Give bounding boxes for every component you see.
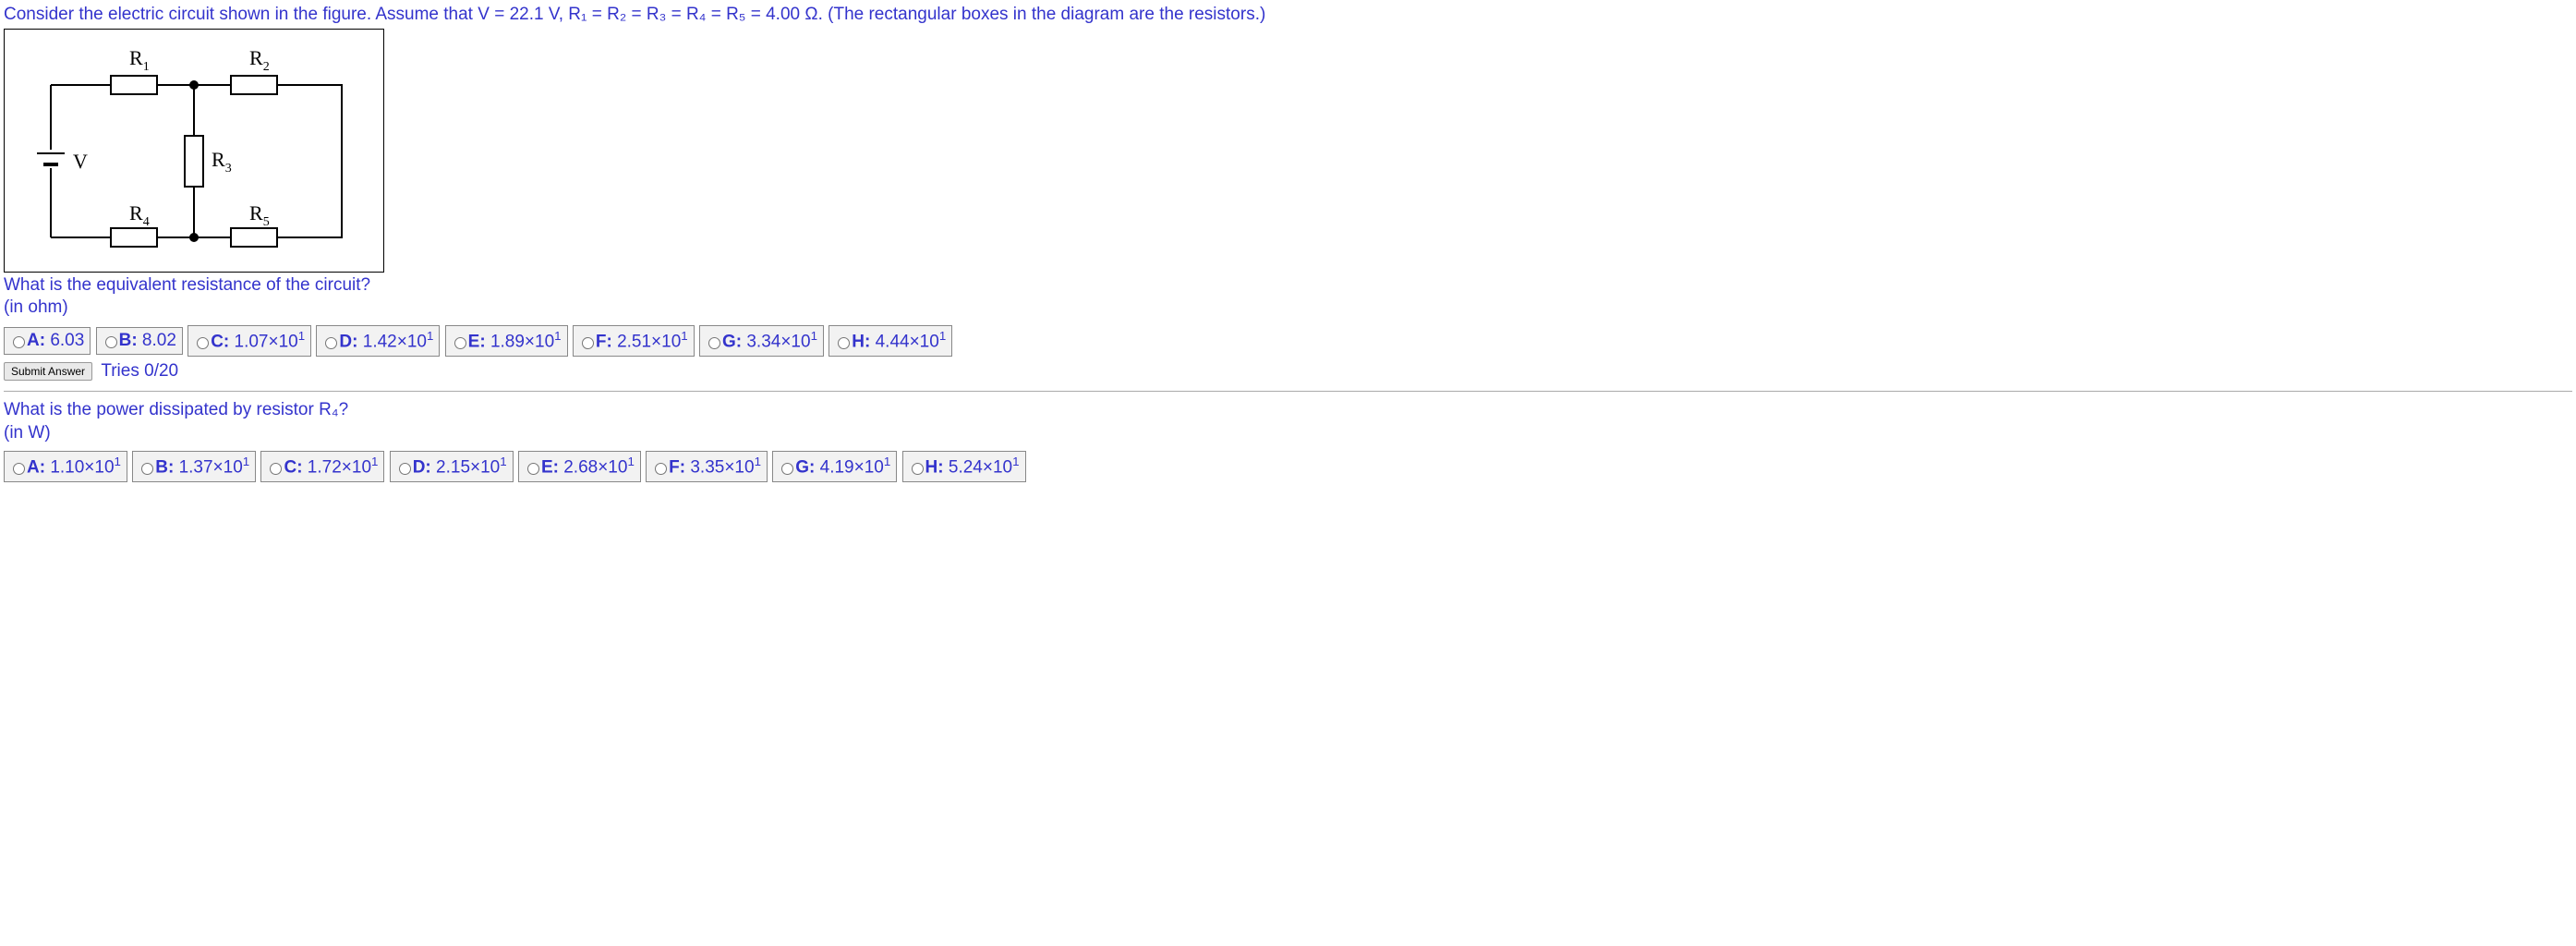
- choice-b[interactable]: B: 8.02: [96, 327, 183, 356]
- choice-exponent: 1: [939, 329, 946, 343]
- choice-letter: A:: [27, 331, 50, 350]
- choice-exponent: 1: [243, 455, 249, 468]
- choice-letter: H:: [925, 457, 949, 477]
- choice-letter: B:: [119, 331, 142, 350]
- choice-value: 5.24×10: [949, 457, 1012, 477]
- svg-text:R3: R3: [212, 148, 232, 176]
- choice-exponent: 1: [500, 455, 506, 468]
- choice-value: 6.03: [50, 331, 84, 350]
- choice-value: 1.37×10: [179, 457, 243, 477]
- choice-radio-f[interactable]: [655, 463, 667, 475]
- tries-counter: Tries 0/20: [101, 361, 178, 381]
- choice-e[interactable]: E: 1.89×101: [445, 325, 568, 357]
- choice-value: 2.51×10: [617, 332, 681, 351]
- choice-radio-g[interactable]: [781, 463, 793, 475]
- choice-letter: B:: [155, 457, 178, 477]
- choice-exponent: 1: [1012, 455, 1019, 468]
- choice-b[interactable]: B: 1.37×101: [132, 451, 256, 482]
- choice-c[interactable]: C: 1.07×101: [187, 325, 311, 357]
- q2-text-line1: What is the power dissipated by resistor…: [4, 399, 2572, 422]
- choice-radio-f[interactable]: [582, 337, 594, 349]
- choice-value: 1.07×10: [235, 332, 298, 351]
- q1-text-line2: (in ohm): [4, 297, 2572, 320]
- choice-letter: G:: [795, 457, 819, 477]
- choice-value: 3.35×10: [690, 457, 754, 477]
- choice-value: 2.15×10: [436, 457, 500, 477]
- choice-radio-c[interactable]: [270, 463, 282, 475]
- choice-a[interactable]: A: 6.03: [4, 327, 91, 356]
- choice-e[interactable]: E: 2.68×101: [518, 451, 641, 482]
- choice-exponent: 1: [755, 455, 761, 468]
- choice-c[interactable]: C: 1.72×101: [260, 451, 384, 482]
- choice-radio-h[interactable]: [912, 463, 924, 475]
- choice-radio-d[interactable]: [325, 337, 337, 349]
- choice-exponent: 1: [427, 329, 433, 343]
- choice-letter: E:: [541, 457, 563, 477]
- choice-a[interactable]: A: 1.10×101: [4, 451, 127, 482]
- q1-text-line1: What is the equivalent resistance of the…: [4, 274, 2572, 297]
- choice-exponent: 1: [371, 455, 378, 468]
- divider: [4, 391, 2572, 392]
- choice-value: 3.34×10: [746, 332, 810, 351]
- circuit-diagram: R1 R2 R3 R4 R5 V: [4, 29, 384, 273]
- svg-text:V: V: [73, 150, 88, 173]
- choice-f[interactable]: F: 2.51×101: [573, 325, 695, 357]
- problem-statement: Consider the electric circuit shown in t…: [4, 4, 2572, 27]
- choice-g[interactable]: G: 4.19×101: [772, 451, 897, 482]
- choice-value: 4.19×10: [820, 457, 884, 477]
- q1-choices: A: 6.03 B: 8.02 C: 1.07×101 D: 1.42×101 …: [4, 325, 2572, 357]
- choice-f[interactable]: F: 3.35×101: [646, 451, 768, 482]
- choice-radio-c[interactable]: [197, 337, 209, 349]
- choice-radio-e[interactable]: [454, 337, 466, 349]
- q2-choices: A: 1.10×101 B: 1.37×101 C: 1.72×101 D: 2…: [4, 451, 2572, 482]
- submit-answer-button[interactable]: Submit Answer: [4, 362, 92, 381]
- q2-text-line2: (in W): [4, 422, 2572, 445]
- choice-letter: A:: [27, 457, 50, 477]
- choice-radio-a[interactable]: [13, 336, 25, 348]
- choice-exponent: 1: [298, 329, 305, 343]
- choice-value: 1.42×10: [363, 332, 427, 351]
- choice-value: 8.02: [142, 331, 176, 350]
- choice-h[interactable]: H: 4.44×101: [828, 325, 952, 357]
- choice-exponent: 1: [627, 455, 634, 468]
- choice-letter: D:: [339, 332, 362, 351]
- choice-letter: C:: [211, 332, 234, 351]
- choice-radio-h[interactable]: [838, 337, 850, 349]
- svg-text:R4: R4: [129, 201, 150, 229]
- choice-letter: F:: [669, 457, 690, 477]
- choice-letter: F:: [596, 332, 617, 351]
- choice-exponent: 1: [554, 329, 561, 343]
- choice-radio-b[interactable]: [141, 463, 153, 475]
- choice-letter: C:: [284, 457, 307, 477]
- choice-letter: E:: [468, 332, 490, 351]
- choice-letter: D:: [413, 457, 436, 477]
- choice-exponent: 1: [884, 455, 890, 468]
- choice-value: 2.68×10: [563, 457, 627, 477]
- choice-value: 4.44×10: [876, 332, 939, 351]
- choice-exponent: 1: [681, 329, 687, 343]
- choice-h[interactable]: H: 5.24×101: [902, 451, 1026, 482]
- choice-letter: G:: [722, 332, 746, 351]
- svg-text:R1: R1: [129, 46, 150, 74]
- choice-radio-g[interactable]: [708, 337, 720, 349]
- choice-g[interactable]: G: 3.34×101: [699, 325, 824, 357]
- svg-text:R2: R2: [249, 46, 270, 74]
- choice-value: 1.10×10: [50, 457, 114, 477]
- choice-radio-a[interactable]: [13, 463, 25, 475]
- choice-radio-b[interactable]: [105, 336, 117, 348]
- choice-d[interactable]: D: 2.15×101: [390, 451, 514, 482]
- choice-value: 1.72×10: [308, 457, 371, 477]
- choice-value: 1.89×10: [490, 332, 554, 351]
- svg-text:R5: R5: [249, 201, 270, 229]
- choice-d[interactable]: D: 1.42×101: [316, 325, 440, 357]
- choice-letter: H:: [852, 332, 875, 351]
- choice-radio-d[interactable]: [399, 463, 411, 475]
- choice-radio-e[interactable]: [527, 463, 539, 475]
- choice-exponent: 1: [811, 329, 817, 343]
- choice-exponent: 1: [115, 455, 121, 468]
